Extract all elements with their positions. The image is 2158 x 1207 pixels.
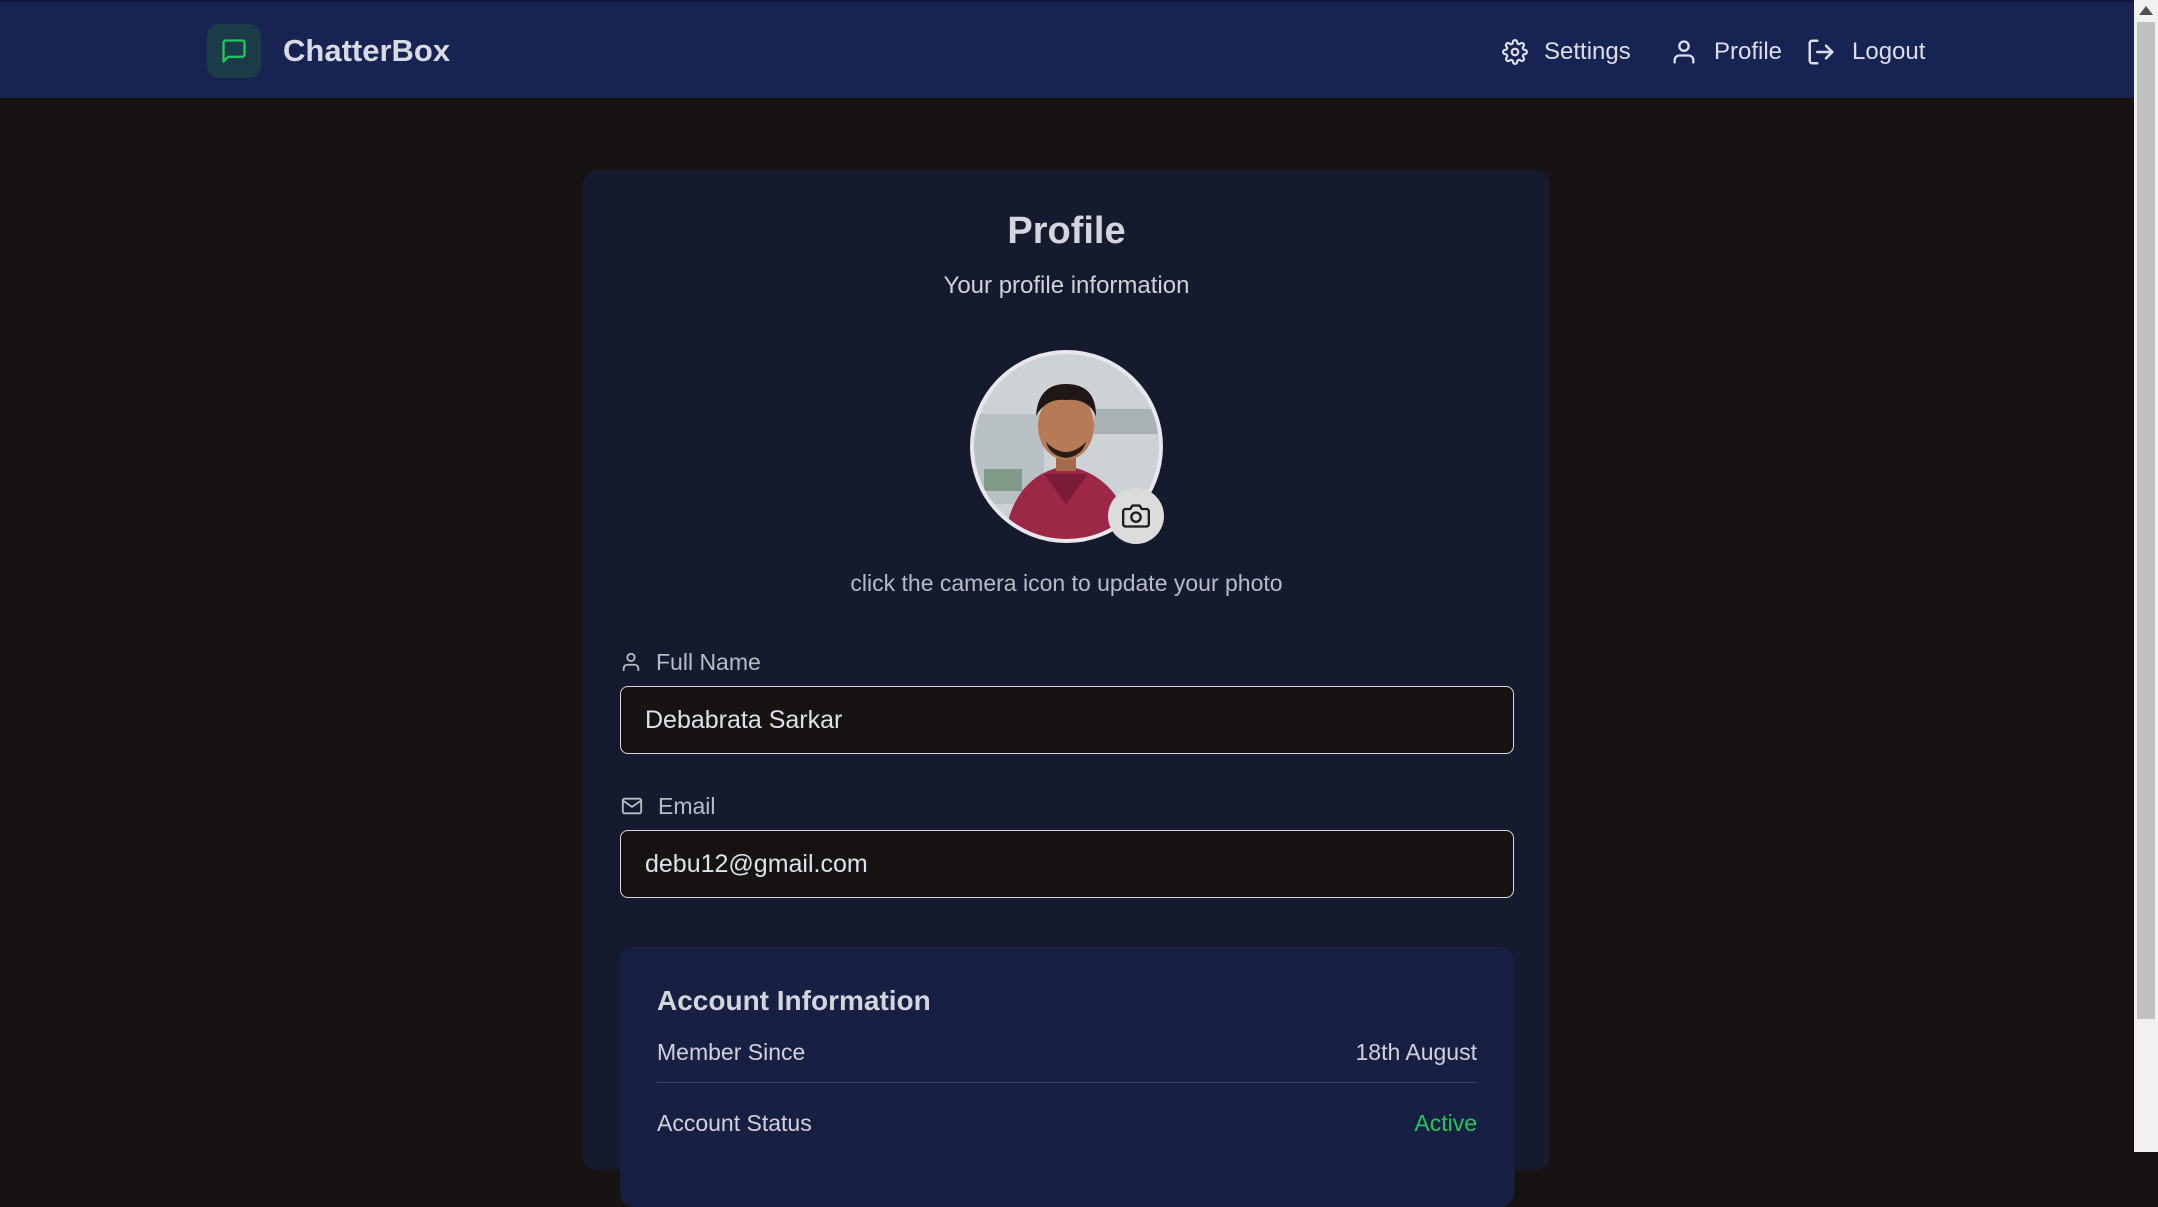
nav-logout-button[interactable]: Logout	[1806, 32, 1925, 72]
full-name-label: Full Name	[620, 647, 761, 677]
user-icon	[1673, 40, 1695, 64]
scrollbar[interactable]	[2134, 0, 2158, 1152]
page-title: Profile	[1007, 210, 1126, 252]
full-name-field[interactable]: Debabrata Sarkar	[620, 686, 1514, 754]
change-photo-button[interactable]	[1108, 488, 1164, 544]
account-status-value: Active	[1414, 1109, 1477, 1136]
scrollbar-thumb[interactable]	[2137, 22, 2155, 1019]
camera-icon	[1122, 504, 1150, 528]
message-square-icon	[222, 39, 246, 63]
profile-card: Profile Your profile information click t…	[583, 170, 1550, 1207]
email-field[interactable]: debu12@gmail.com	[620, 830, 1514, 898]
account-status-row: Account Status Active	[657, 1093, 1477, 1153]
member-since-label: Member Since	[657, 1039, 806, 1065]
full-name-label-text: Full Name	[656, 648, 761, 675]
avatar-container	[970, 350, 1164, 544]
member-since-value: 18th August	[1355, 1039, 1478, 1065]
nav-settings-label: Settings	[1544, 38, 1631, 65]
brand[interactable]: ChatterBox	[207, 24, 450, 78]
avatar-hint: click the camera icon to update your pho…	[850, 570, 1283, 596]
email-label-text: Email	[658, 792, 716, 819]
page-subtitle: Your profile information	[943, 272, 1190, 299]
logout-icon	[1808, 39, 1834, 65]
top-navbar: ChatterBox Settings Profile Logout	[0, 0, 2134, 98]
member-since-row: Member Since 18th August	[657, 1023, 1477, 1083]
scroll-up-arrow-icon[interactable]	[2139, 6, 2153, 15]
nav-profile-link[interactable]: Profile	[1670, 32, 1782, 72]
account-info-section: Account Information Member Since 18th Au…	[620, 947, 1514, 1207]
user-icon	[622, 652, 640, 672]
email-label: Email	[620, 791, 716, 821]
nav-settings-link[interactable]: Settings	[1502, 32, 1631, 72]
account-status-label: Account Status	[657, 1109, 812, 1136]
account-info-title: Account Information	[657, 985, 931, 1016]
nav-logout-label: Logout	[1852, 38, 1926, 65]
brand-logo	[207, 24, 261, 78]
brand-name: ChatterBox	[283, 33, 451, 68]
nav-profile-label: Profile	[1714, 38, 1783, 65]
mail-icon	[621, 797, 643, 815]
gear-icon	[1502, 39, 1528, 65]
